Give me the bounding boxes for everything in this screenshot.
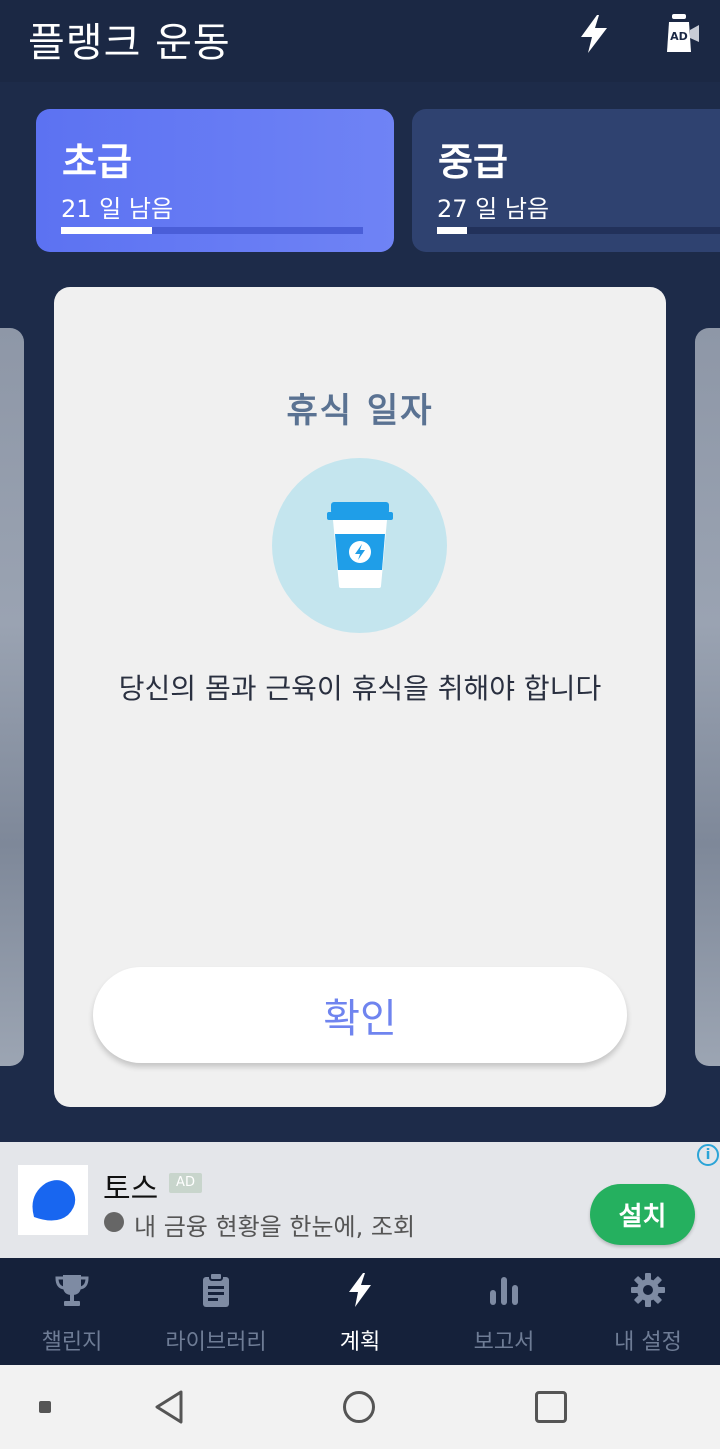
toss-logo xyxy=(18,1165,88,1235)
level-progress-track xyxy=(437,227,720,234)
nav-label: 챌린지 xyxy=(41,1330,103,1355)
nav-library[interactable]: 라이브러리 xyxy=(144,1258,288,1365)
app-screen: 플랭크 운동 AD 초급 21 일 남음 중급 27 일 남음 휴식 일자 당신… xyxy=(0,0,720,1449)
ad-banner[interactable]: 토스 AD 내 금융 현황을 한눈에, 조회 i 설치 xyxy=(0,1142,720,1258)
dialog-title: 휴식 일자 xyxy=(286,391,434,431)
system-navigation-bar xyxy=(0,1365,720,1449)
nav-settings[interactable]: 내 설정 xyxy=(576,1258,720,1365)
nav-report[interactable]: 보고서 xyxy=(432,1258,576,1365)
level-progress-fill xyxy=(61,227,152,234)
bar-chart-icon xyxy=(490,1277,518,1305)
nav-label: 라이브러리 xyxy=(165,1330,267,1355)
level-name: 중급 xyxy=(438,140,508,184)
nav-challenge[interactable]: 챌린지 xyxy=(0,1258,144,1365)
app-title: 플랭크 운동 xyxy=(28,20,231,66)
home-icon[interactable] xyxy=(343,1391,375,1423)
level-days-remaining: 21 일 남음 xyxy=(61,195,174,223)
ad-install-button[interactable]: 설치 xyxy=(590,1184,695,1245)
dialog-message: 당신의 몸과 근육이 휴식을 취해야 합니다 xyxy=(118,672,602,705)
next-plan-card[interactable] xyxy=(695,328,720,1066)
level-name: 초급 xyxy=(62,140,132,184)
coffee-icon-circle xyxy=(272,458,447,633)
previous-plan-card[interactable] xyxy=(0,328,24,1066)
rest-day-dialog: 휴식 일자 당신의 몸과 근육이 휴식을 취해야 합니다 확인 xyxy=(54,287,666,1107)
level-card-beginner[interactable]: 초급 21 일 남음 xyxy=(36,109,394,252)
bolt-icon xyxy=(349,1273,371,1307)
level-card-intermediate[interactable]: 중급 27 일 남음 xyxy=(412,109,720,252)
ad-rating-dot xyxy=(104,1212,124,1232)
nav-plan[interactable]: 계획 xyxy=(288,1258,432,1365)
clipboard-icon xyxy=(203,1272,229,1307)
coffee-cup-icon xyxy=(327,502,393,588)
level-days-remaining: 27 일 남음 xyxy=(437,195,550,223)
nav-label: 계획 xyxy=(339,1330,381,1355)
back-icon[interactable] xyxy=(152,1389,186,1425)
menu-dot-icon[interactable] xyxy=(39,1401,51,1413)
ad-info-icon[interactable]: i xyxy=(697,1144,719,1166)
trophy-icon xyxy=(55,1275,89,1306)
top-bar: 플랭크 운동 AD xyxy=(0,0,720,82)
gear-icon xyxy=(631,1273,665,1307)
ad-description: 내 금융 현황을 한눈에, 조회 xyxy=(134,1213,416,1241)
level-progress-fill xyxy=(437,227,467,234)
bolt-icon[interactable] xyxy=(578,14,610,54)
ad-badge: AD xyxy=(169,1173,202,1193)
confirm-button[interactable]: 확인 xyxy=(93,967,627,1063)
bottom-navigation: 챌린지 라이브러리 계획 보고서 내 설정 xyxy=(0,1258,720,1365)
nav-label: 보고서 xyxy=(473,1330,535,1355)
nav-label: 내 설정 xyxy=(614,1330,682,1355)
svg-text:AD: AD xyxy=(670,30,688,43)
ad-remove-icon[interactable]: AD xyxy=(664,12,700,54)
ad-app-name: 토스 xyxy=(103,1172,159,1207)
level-progress-track xyxy=(61,227,363,234)
recent-apps-icon[interactable] xyxy=(535,1391,567,1423)
